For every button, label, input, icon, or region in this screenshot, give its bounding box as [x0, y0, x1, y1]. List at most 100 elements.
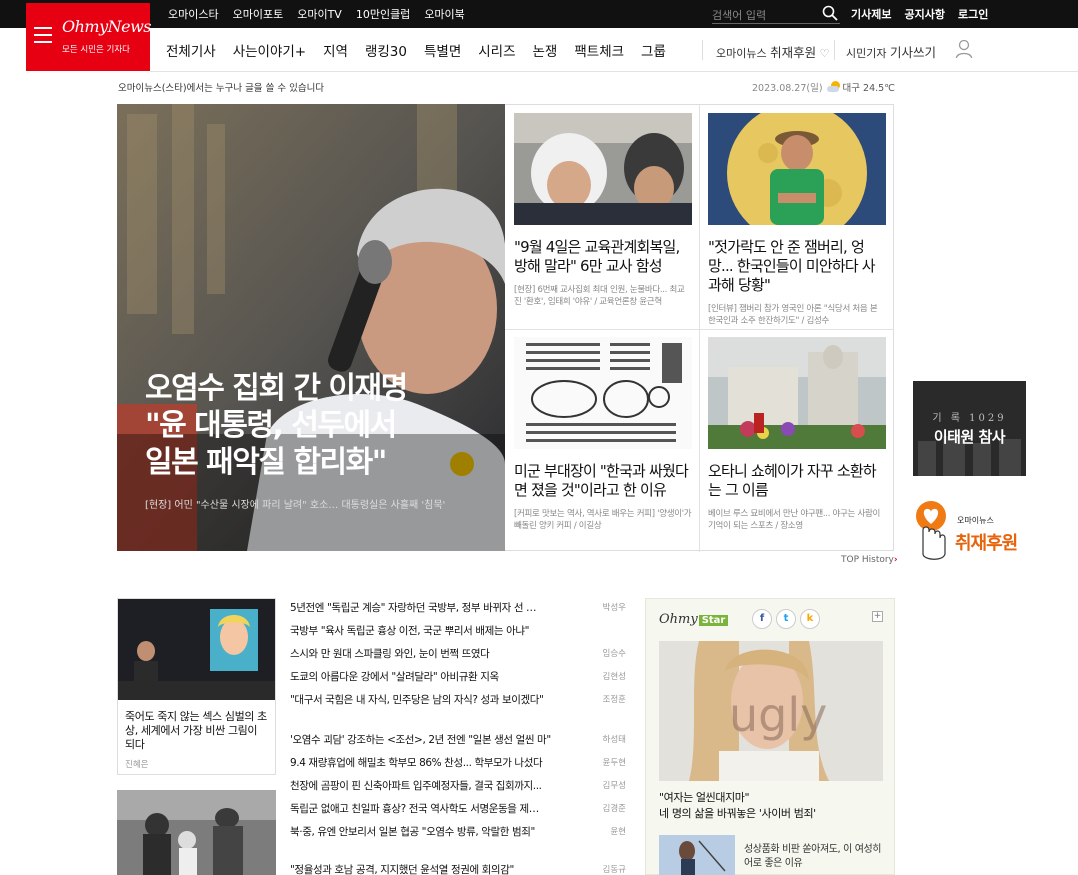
hero-photo: [117, 104, 505, 551]
ohmystar-sub-thumbnail[interactable]: [659, 835, 735, 875]
heart-icon: ♡: [819, 47, 830, 60]
list-item-title[interactable]: "정율성과 호남 공격, 지지했던 윤석열 정권에 회의감": [290, 862, 580, 875]
nav-item-factcheck[interactable]: 팩트체크: [574, 40, 624, 60]
feature-card[interactable]: 죽어도 죽지 않는 섹스 심벌의 초상, 세계에서 가장 비싼 그림이 되다 진…: [117, 598, 276, 775]
ohmystar-logo[interactable]: Ohmy Star: [659, 612, 729, 627]
top-link-ohmystar[interactable]: 오마이스타: [168, 6, 219, 22]
nav-item-debate[interactable]: 논쟁: [533, 40, 558, 60]
sponsor-banner[interactable]: 오마이뉴스 취재후원: [913, 498, 1028, 568]
ohmystar-photo-graphic: ugly: [659, 641, 883, 781]
nav-divider: [834, 40, 835, 60]
twitter-icon[interactable]: t: [776, 609, 796, 629]
writer-prefix: 시민기자: [846, 47, 887, 60]
list-item[interactable]: 독립군 없애고 친일파 흉상? 전국 역사학도 서명운동을 제… 김경준: [290, 801, 628, 817]
top-link-ohmyphoto[interactable]: 오마이포토: [233, 6, 284, 22]
ohmystar-sub-caption[interactable]: 성상품화 비판 쏟아져도, 이 여성히어로 좋은 이유: [744, 843, 884, 871]
write-article-link[interactable]: 시민기자 기사쓰기: [846, 42, 936, 61]
report-link[interactable]: 기사제보: [851, 6, 891, 22]
list-item-author: 김동규: [602, 865, 626, 875]
nav-item-special[interactable]: 특별면: [424, 40, 461, 60]
article-card[interactable]: "9월 4일은 교육관계회복일, 방해 말라" 6만 교사 함성 [현장] 6번…: [514, 113, 692, 308]
list-item-title[interactable]: 도쿄의 아름다운 강에서 "살려달라" 아비규환 지옥: [290, 669, 580, 684]
list-item[interactable]: 스시와 만 원대 스파클링 와인, 눈이 번쩍 뜨였다 임승수: [290, 646, 628, 662]
notice-link[interactable]: 공지사항: [904, 6, 944, 22]
nav-item-all[interactable]: 전체기사: [166, 40, 216, 60]
list-item-title[interactable]: 스시와 만 원대 스파클링 와인, 눈이 번쩍 뜨였다: [290, 646, 580, 661]
sponsor-label: 취재후원: [770, 45, 817, 60]
ohmystar-logo-badge: Star: [698, 615, 729, 626]
list-item-title[interactable]: '오염수 괴담' 강조하는 <조선>, 2년 전엔 "일본 생선 얼씬 마": [290, 732, 580, 747]
list-item-title[interactable]: 천장에 곰팡이 핀 신축아파트 입주예정자들, 결국 집회까지...: [290, 778, 580, 793]
hero-title[interactable]: 오염수 집회 간 이재명 "윤 대통령, 선두에서 일본 패악질 합리화": [145, 370, 485, 481]
feature-title[interactable]: 죽어도 죽지 않는 섹스 심벌의 초상, 세계에서 가장 비싼 그림이 되다: [118, 704, 275, 752]
article-card[interactable]: 미군 부대장이 "한국과 싸웠다면 졌을 것"이라고 한 이유 [커피로 맛보는…: [514, 337, 692, 532]
top-links: 오마이스타 오마이포토 오마이TV 10만인클럽 오마이북: [168, 0, 479, 28]
top-history-link[interactable]: TOP History›: [841, 555, 898, 565]
list-item-title[interactable]: 5년전엔 "독립군 계승" 자랑하던 국방부, 정부 바뀌자 선 …: [290, 600, 580, 615]
nav-item-series[interactable]: 시리즈: [478, 40, 515, 60]
hero-article[interactable]: 오염수 집회 간 이재명 "윤 대통령, 선두에서 일본 패악질 합리화" [현…: [117, 104, 505, 551]
top-bar: 오마이스타 오마이포토 오마이TV 10만인클럽 오마이북 기사제보 공지사항 …: [0, 0, 1078, 28]
nav-divider: [702, 40, 703, 60]
list-item[interactable]: "대구서 국힘은 내 자식, 민주당은 남의 자식? 성과 보이겠다" 조정훈: [290, 692, 628, 708]
facebook-icon[interactable]: f: [752, 609, 772, 629]
list-item[interactable]: "정율성과 호남 공격, 지지했던 윤석열 정권에 회의감" 김동규: [290, 862, 628, 875]
article-desc: [인터뷰] 잼버리 참가 영국인 아론 "식당서 처음 본 한국인과 소주 한잔…: [708, 304, 878, 326]
list-item[interactable]: 천장에 곰팡이 핀 신축아파트 입주예정자들, 결국 집회까지... 김무성: [290, 778, 628, 794]
list-item[interactable]: 국방부 "육사 독립군 흉상 이전, 국군 뿌리서 배제는 아냐": [290, 623, 628, 639]
nav-item-group[interactable]: 그룹: [641, 40, 666, 60]
ohmystar-photo-text: ugly: [729, 688, 827, 742]
nav-item-life[interactable]: 사는이야기+: [233, 40, 306, 60]
date-weather: 2023.08.27(일) 대구 24.5℃: [752, 80, 895, 94]
article-title[interactable]: "9월 4일은 교육관계회복일, 방해 말라" 6만 교사 함성: [514, 238, 692, 276]
more-plus-icon[interactable]: +: [872, 611, 883, 622]
list-item-title[interactable]: 독립군 없애고 친일파 흉상? 전국 역사학도 서명운동을 제…: [290, 801, 580, 816]
sponsor-link[interactable]: 오마이뉴스 취재후원 ♡: [716, 42, 830, 61]
list-item-title[interactable]: 9.4 재량휴업에 해밀초 학부모 86% 찬성... 학부모가 나섰다: [290, 755, 580, 770]
headline-grid: "9월 4일은 교육관계회복일, 방해 말라" 6만 교사 함성 [현장] 6번…: [505, 103, 894, 552]
article-title[interactable]: "젓가락도 안 준 잼버리, 엉망... 한국인들이 미안하다 사과해 당황": [708, 238, 886, 295]
list-item[interactable]: 도쿄의 아름다운 강에서 "살려달라" 아비규환 지옥 김현성: [290, 669, 628, 685]
article-title[interactable]: 미군 부대장이 "한국과 싸웠다면 졌을 것"이라고 한 이유: [514, 462, 692, 500]
memorial-record-label: 기 록 1029: [932, 413, 1007, 424]
nav-links: 전체기사 사는이야기+ 지역 랭킹30 특별면 시리즈 논쟁 팩트체크 그룹: [166, 28, 683, 72]
hero-title-line: 오염수 집회 간 이재명: [145, 371, 408, 406]
nav-item-ranking[interactable]: 랭킹30: [365, 40, 407, 60]
list-item[interactable]: 북·중, 유엔 안보리서 일본 협공 "오염수 방류, 악랄한 범죄" 윤현: [290, 824, 628, 840]
top-link-ohmytv[interactable]: 오마이TV: [297, 6, 342, 22]
top-link-100k-club[interactable]: 10만인클럽: [356, 6, 410, 22]
article-title[interactable]: 오타니 쇼헤이가 자꾸 소환하는 그 이름: [708, 462, 886, 500]
article-desc: [커피로 맛보는 역사, 역사로 배우는 커피] '양생이'가 빼돌린 양키 커…: [514, 509, 692, 531]
itaewon-memorial-banner[interactable]: 기 록 1029 이태원 참사: [913, 381, 1026, 476]
search-input[interactable]: [712, 6, 812, 25]
nav-item-region[interactable]: 지역: [323, 40, 348, 60]
ohmystar-caption-2[interactable]: 네 명의 삶을 바꿔놓은 '사이버 범죄': [659, 805, 816, 821]
feature-thumbnail: [118, 599, 275, 700]
hero-subtitle[interactable]: [현장] 어민 "수산물 시장에 파리 날려" 호소… 대통령실은 사흘째 '침…: [145, 496, 495, 511]
archive-photo[interactable]: [117, 790, 276, 875]
article-thumbnail: [708, 337, 886, 449]
article-thumbnail: [514, 113, 692, 225]
kakao-story-icon[interactable]: k: [800, 609, 820, 629]
ohmystar-caption-1[interactable]: "여자는 얼씬대지마": [659, 789, 750, 805]
chevron-right-icon: ›: [893, 555, 898, 565]
list-item[interactable]: '오염수 괴담' 강조하는 <조선>, 2년 전엔 "일본 생선 얼씬 마" 하…: [290, 732, 628, 748]
list-item-title[interactable]: 북·중, 유엔 안보리서 일본 협공 "오염수 방류, 악랄한 범죄": [290, 824, 580, 839]
login-link[interactable]: 로그인: [958, 6, 988, 22]
list-item-author: 김무성: [602, 781, 626, 791]
article-card[interactable]: 오타니 쇼헤이가 자꾸 소환하는 그 이름 베이브 루스 묘비에서 만난 야구팬…: [708, 337, 886, 532]
user-icon[interactable]: [955, 39, 973, 59]
top-right-links: 기사제보 공지사항 로그인: [851, 0, 1001, 28]
list-item-title[interactable]: 국방부 "육사 독립군 흉상 이전, 국군 뿌리서 배제는 아냐": [290, 623, 580, 638]
search-box: [712, 4, 840, 25]
article-card[interactable]: "젓가락도 안 준 잼버리, 엉망... 한국인들이 미안하다 사과해 당황" …: [708, 103, 886, 327]
top-link-ohmybook[interactable]: 오마이북: [424, 6, 464, 22]
grid-divider: [505, 329, 894, 330]
search-icon[interactable]: [822, 5, 838, 21]
site-logo[interactable]: OhmyNews 모든 시민은 기자다: [26, 3, 152, 71]
ohmystar-main-photo[interactable]: ugly: [659, 641, 883, 781]
list-item[interactable]: 5년전엔 "독립군 계승" 자랑하던 국방부, 정부 바뀌자 선 … 박성우: [290, 600, 628, 616]
hamburger-menu-icon[interactable]: [34, 27, 52, 43]
list-item[interactable]: 9.4 재량휴업에 해밀초 학부모 86% 찬성... 학부모가 나섰다 윤두현: [290, 755, 628, 771]
list-item-title[interactable]: "대구서 국힘은 내 자식, 민주당은 남의 자식? 성과 보이겠다": [290, 692, 580, 707]
